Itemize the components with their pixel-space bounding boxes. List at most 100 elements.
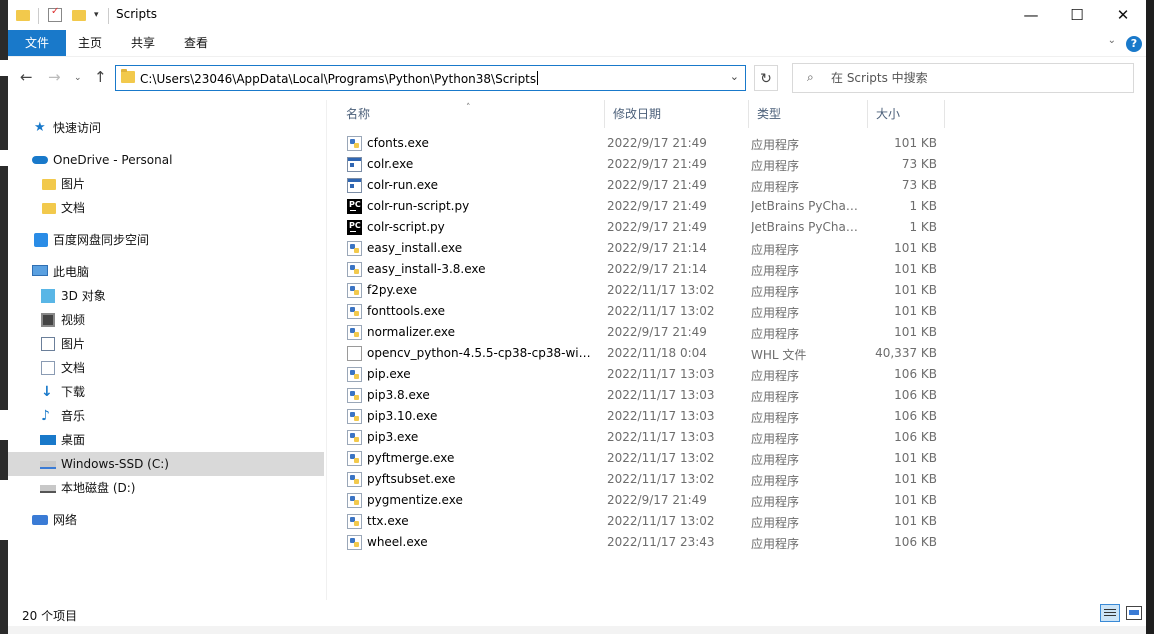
table-row[interactable]: pip.exe 2022/11/17 13:03 应用程序 106 KB [338,364,948,385]
window-title: Scripts [116,7,158,21]
sidebar-item-desktop[interactable]: 桌面 [8,428,324,452]
table-row[interactable]: PC colr-run-script.py 2022/9/17 21:49 JetBr… [338,196,948,217]
chevron-down-icon[interactable]: ⌄ [730,70,739,83]
refresh-button[interactable]: ↻ [754,65,778,91]
table-row[interactable]: colr-run.exe 2022/9/17 21:49 应用程序 73 KB [338,175,948,196]
minimize-button[interactable]: — [1008,0,1054,30]
close-button[interactable]: ✕ [1100,0,1146,30]
file-name: wheel.exe [367,535,428,549]
large-icons-view-icon[interactable] [1126,606,1142,620]
table-row[interactable]: PC colr-script.py 2022/9/17 21:49 JetBrains… [338,217,948,238]
up-arrow-icon[interactable]: ↑ [94,68,107,86]
computer-icon [32,265,48,276]
table-row[interactable]: ttx.exe 2022/11/17 13:02 应用程序 101 KB [338,511,948,532]
column-header-date[interactable]: 修改日期 [605,100,749,128]
address-path[interactable]: C:\Users\23046\AppData\Local\Programs\Py… [140,71,539,86]
folder-icon[interactable] [16,10,30,21]
table-row[interactable]: pygmentize.exe 2022/9/17 21:49 应用程序 101 KB [338,490,948,511]
ribbon-tabs: 文件 主页 共享 查看 ⌄ ? [8,30,1146,57]
file-name: easy_install.exe [367,241,463,255]
table-row[interactable]: fonttools.exe 2022/11/17 13:02 应用程序 101 KB [338,301,948,322]
network-icon [32,515,48,525]
tab-home[interactable]: 主页 [62,30,118,56]
column-header-size[interactable]: 大小 [868,100,945,128]
table-row[interactable]: easy_install.exe 2022/9/17 21:14 应用程序 101 K… [338,238,948,259]
sidebar-item-onedrive[interactable]: OneDrive - Personal [8,148,324,172]
table-row[interactable]: pyftsubset.exe 2022/11/17 13:02 应用程序 101 KB [338,469,948,490]
cloud-icon [32,156,48,164]
chevron-down-icon[interactable]: ▾ [94,10,108,24]
file-date: 2022/11/17 13:02 [607,304,715,318]
tab-file[interactable]: 文件 [8,30,66,56]
sidebar-item-3d-objects[interactable]: 3D 对象 [8,284,324,308]
address-bar[interactable]: C:\Users\23046\AppData\Local\Programs\Py… [115,65,746,91]
sidebar-item-label: 文档 [61,201,86,215]
sidebar-item-music[interactable]: ♪ 音乐 [8,404,324,428]
file-size: 101 KB [894,514,937,528]
table-row[interactable]: wheel.exe 2022/11/17 23:43 应用程序 106 KB [338,532,948,553]
file-name: pyftsubset.exe [367,472,456,486]
file-type: 应用程序 [751,474,800,488]
divider [108,8,109,24]
chevron-down-icon[interactable]: ⌄ [1108,35,1116,46]
tab-view[interactable]: 查看 [168,30,224,56]
table-row[interactable]: pyftmerge.exe 2022/11/17 13:02 应用程序 101 KB [338,448,948,469]
file-type: 应用程序 [751,495,800,509]
table-row[interactable]: pip3.8.exe 2022/11/17 13:03 应用程序 106 KB [338,385,948,406]
refresh-icon: ↻ [760,71,772,87]
sidebar-item-pictures[interactable]: 图片 [8,332,324,356]
file-type: 应用程序 [751,453,800,467]
sidebar-item-label: 图片 [61,337,86,351]
sidebar-item-drive-c[interactable]: Windows-SSD (C:) [8,452,324,476]
window-exe-icon [347,157,362,172]
file-date: 2022/11/17 13:02 [607,451,715,465]
sidebar-item-documents[interactable]: 文档 [8,356,324,380]
chevron-down-icon[interactable]: ⌄ [74,73,82,83]
sidebar-item-baidu-netdisk[interactable]: 百度网盘同步空间 [8,228,324,252]
file-type: 应用程序 [751,159,800,173]
file-type: 应用程序 [751,411,800,425]
table-row[interactable]: pip3.exe 2022/11/17 13:03 应用程序 106 KB [338,427,948,448]
sidebar-item-this-pc[interactable]: 此电脑 [8,260,324,284]
generic-file-icon [347,346,362,361]
table-row[interactable]: easy_install-3.8.exe 2022/9/17 21:14 应用程序 1… [338,259,948,280]
file-type: 应用程序 [751,285,800,299]
file-date: 2022/9/17 21:49 [607,493,707,507]
file-date: 2022/11/17 13:02 [607,283,715,297]
pane-divider[interactable] [326,100,327,600]
table-row[interactable]: opencv_python-4.5.5-cp38-cp38-win_... 202… [338,343,948,364]
table-row[interactable]: pip3.10.exe 2022/11/17 13:03 应用程序 106 KB [338,406,948,427]
column-header-name[interactable]: ˄ 名称 [338,100,605,128]
back-arrow-icon[interactable]: ← [20,68,33,86]
properties-icon[interactable]: ✓ [48,6,62,22]
file-size: 101 KB [894,493,937,507]
new-folder-icon[interactable] [72,10,86,21]
sidebar-item-network[interactable]: 网络 [8,508,324,532]
details-view-icon[interactable] [1100,604,1120,622]
sidebar-item-quick-access[interactable]: ★ 快速访问 [8,116,324,140]
file-date: 2022/11/17 13:03 [607,367,715,381]
video-icon [41,313,55,327]
sidebar-item-drive-d[interactable]: 本地磁盘 (D:) [8,476,324,500]
maximize-button[interactable]: ☐ [1054,0,1100,30]
documents-icon [41,361,55,375]
table-row[interactable]: f2py.exe 2022/11/17 13:02 应用程序 101 KB [338,280,948,301]
forward-arrow-icon[interactable]: → [48,68,61,86]
sidebar-item-label: 下载 [61,385,86,399]
table-row[interactable]: colr.exe 2022/9/17 21:49 应用程序 73 KB [338,154,948,175]
search-input[interactable] [831,64,1121,92]
table-row[interactable]: cfonts.exe 2022/9/17 21:49 应用程序 101 KB [338,133,948,154]
sidebar-item-label: 图片 [61,177,86,191]
tab-share[interactable]: 共享 [115,30,171,56]
sidebar-item-downloads[interactable]: ↓ 下载 [8,380,324,404]
python-exe-icon [347,388,362,403]
sidebar-item-onedrive-pictures[interactable]: 图片 [8,172,324,196]
search-box[interactable]: ⌕ [792,63,1134,93]
sidebar-item-videos[interactable]: 视频 [8,308,324,332]
file-size: 1 KB [909,199,937,213]
help-icon[interactable]: ? [1126,36,1142,52]
table-row[interactable]: normalizer.exe 2022/9/17 21:49 应用程序 101 KB [338,322,948,343]
column-header-type[interactable]: 类型 [749,100,868,128]
file-name: colr-script.py [367,220,445,234]
sidebar-item-onedrive-documents[interactable]: 文档 [8,196,324,220]
